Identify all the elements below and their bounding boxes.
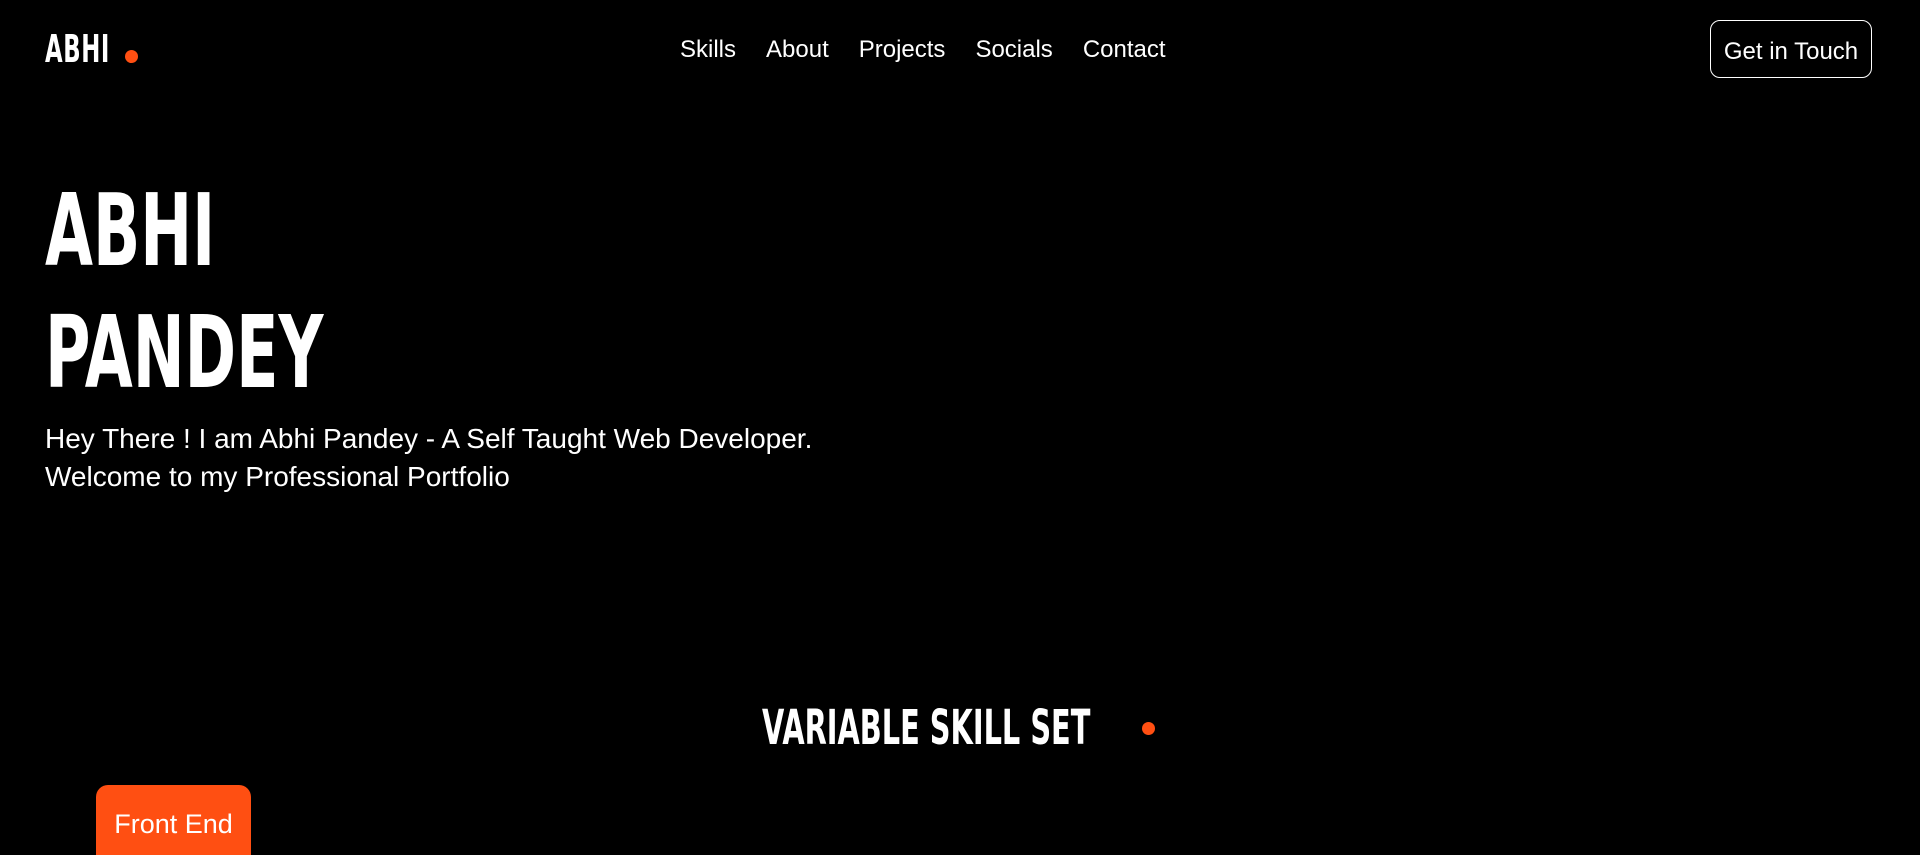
hero-last-name: PANDEY [45, 292, 494, 414]
logo-text: ABHI [45, 27, 110, 71]
nav-link-contact[interactable]: Contact [1083, 32, 1166, 68]
site-logo[interactable]: ABHI [45, 28, 153, 70]
intro-line-2: Welcome to my Professional Portfolio [45, 461, 510, 492]
skills-heading-text: VARIABLE SKILL SET [762, 700, 1091, 756]
hero-title: ABHI PANDEY [45, 170, 494, 414]
hero-intro: Hey There ! I am Abhi Pandey - A Self Ta… [45, 420, 812, 496]
nav-link-socials[interactable]: Socials [975, 32, 1052, 68]
nav-link-skills[interactable]: Skills [680, 32, 736, 68]
nav-link-projects[interactable]: Projects [859, 32, 946, 68]
skills-heading-accent-dot [1142, 722, 1155, 735]
hero-first-name-text: ABHI [45, 172, 216, 289]
nav-link-about[interactable]: About [766, 32, 829, 68]
hero-first-name: ABHI [45, 170, 494, 292]
skills-section-heading: VARIABLE SKILL SET [762, 700, 1309, 756]
get-in-touch-button[interactable]: Get in Touch [1710, 20, 1872, 78]
logo-accent-dot [125, 50, 138, 63]
intro-line-1: Hey There ! I am Abhi Pandey - A Self Ta… [45, 423, 813, 454]
skill-tab-front-end[interactable]: Front End [96, 785, 251, 855]
hero-last-name-text: PANDEY [45, 294, 324, 411]
main-nav: Skills About Projects Socials Contact [680, 32, 1196, 68]
portfolio-page: ABHI Skills About Projects Socials Conta… [0, 0, 1920, 855]
